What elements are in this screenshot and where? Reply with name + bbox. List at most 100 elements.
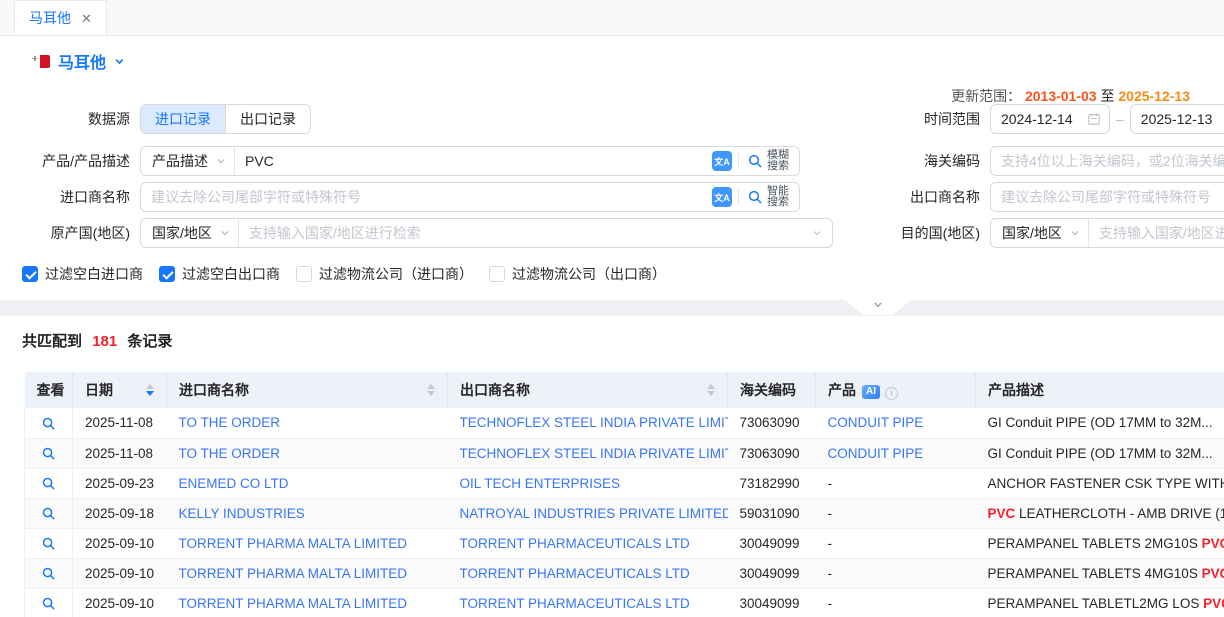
view-details-button[interactable] xyxy=(41,536,56,551)
hs-code-cell: 73063090 xyxy=(728,408,816,438)
column-header-exporter[interactable]: 出口商名称 xyxy=(448,372,728,408)
date-cell: 2025-09-18 xyxy=(73,498,167,528)
exporter-link[interactable]: TORRENT PHARMACEUTICALS LTD xyxy=(460,596,690,611)
product-cell: - xyxy=(816,528,976,558)
view-details-button[interactable] xyxy=(41,566,56,581)
date-cell: 2025-09-10 xyxy=(73,588,167,617)
description-cell: GI Conduit PIPE (OD 17MM to 32M... xyxy=(976,438,1224,468)
chevron-down-icon[interactable] xyxy=(114,56,125,67)
filter-checkbox-2[interactable]: 过滤物流公司（进口商） xyxy=(296,264,473,284)
exporter-link[interactable]: OIL TECH ENTERPRISES xyxy=(460,476,621,491)
column-label: 海关编码 xyxy=(740,382,796,398)
checkbox-unchecked-icon[interactable] xyxy=(296,266,312,282)
exporter-link[interactable]: NATROYAL INDUSTRIES PRIVATE LIMITED xyxy=(460,506,728,521)
product-link[interactable]: CONDUIT PIPE xyxy=(828,446,924,461)
column-header-importer[interactable]: 进口商名称 xyxy=(167,372,448,408)
description-cell: PERAMPANEL TABLETS 2MG10S PVC... xyxy=(976,528,1224,558)
close-icon[interactable]: ✕ xyxy=(81,12,92,25)
exporter-link[interactable]: TECHNOFLEX STEEL INDIA PRIVATE LIMITED xyxy=(460,446,728,461)
view-cell xyxy=(25,558,73,588)
product-field-select[interactable]: 产品描述 xyxy=(141,147,235,175)
start-date-input[interactable]: 2024-12-14 xyxy=(990,104,1110,134)
importer-link[interactable]: TORRENT PHARMA MALTA LIMITED xyxy=(179,536,408,551)
checkbox-unchecked-icon[interactable] xyxy=(489,266,505,282)
importer-row: 进口商名称 文A 智能 搜索 xyxy=(0,182,800,212)
importer-link[interactable]: ENEMED CO LTD xyxy=(179,476,289,491)
sort-control[interactable] xyxy=(427,384,435,396)
chevron-down-icon xyxy=(220,228,230,238)
collapse-toggle[interactable] xyxy=(845,300,911,315)
product-link[interactable]: CONDUIT PIPE xyxy=(828,415,924,430)
end-date-input[interactable]: 2025-12-13 xyxy=(1130,104,1224,134)
sort-control[interactable] xyxy=(146,384,154,396)
filter-panel: 更新范围： 2013-01-03 至 2025-12-13 数据源 进口记录 出… xyxy=(0,78,1224,300)
view-details-button[interactable] xyxy=(41,476,56,491)
ai-badge: AI xyxy=(862,385,880,399)
filter-checkbox-1[interactable]: 过滤空白出口商 xyxy=(159,264,280,284)
view-details-button[interactable] xyxy=(41,416,56,431)
chevron-down-icon[interactable] xyxy=(812,228,822,238)
summary-suffix: 条记录 xyxy=(127,333,172,350)
view-cell xyxy=(25,588,73,617)
exporter-input[interactable] xyxy=(991,183,1224,211)
importer-cell: TORRENT PHARMA MALTA LIMITED xyxy=(167,558,448,588)
importer-cell: TO THE ORDER xyxy=(167,408,448,438)
tab-import-records[interactable]: 进口记录 xyxy=(141,105,225,133)
hs-code-input[interactable] xyxy=(991,147,1224,175)
checkbox-label[interactable]: 过滤物流公司（进口商） xyxy=(319,264,473,284)
tab-malta[interactable]: 马耳他 ✕ xyxy=(14,0,107,35)
checkbox-checked-icon[interactable] xyxy=(159,266,175,282)
info-icon[interactable] xyxy=(885,387,898,400)
translate-icon[interactable]: 文A xyxy=(712,151,732,171)
importer-link[interactable]: TORRENT PHARMA MALTA LIMITED xyxy=(179,596,408,611)
hs-code-row: 海关编码 xyxy=(860,146,1224,176)
view-details-button[interactable] xyxy=(41,506,56,521)
fuzzy-search-button[interactable]: 模糊 搜索 xyxy=(739,150,799,172)
dest-country-type-select[interactable]: 国家/地区 xyxy=(991,219,1089,247)
hs-code-label: 海关编码 xyxy=(860,151,990,171)
product-input[interactable] xyxy=(235,147,710,175)
column-header-date[interactable]: 日期 xyxy=(73,372,167,408)
description-text: GI Conduit PIPE (OD 17MM to 32M... xyxy=(988,415,1213,430)
column-header-view: 查看 xyxy=(25,372,73,408)
importer-cell: TORRENT PHARMA MALTA LIMITED xyxy=(167,528,448,558)
view-cell xyxy=(25,408,73,438)
exporter-link[interactable]: TORRENT PHARMACEUTICALS LTD xyxy=(460,566,690,581)
smart-search-button[interactable]: 智能 搜索 xyxy=(739,186,799,208)
importer-link[interactable]: TORRENT PHARMA MALTA LIMITED xyxy=(179,566,408,581)
importer-input[interactable] xyxy=(141,183,710,211)
column-label: 产品描述 xyxy=(988,382,1044,398)
flag-red-half xyxy=(40,55,50,68)
filter-checkbox-0[interactable]: 过滤空白进口商 xyxy=(22,264,143,284)
table-row: 2025-09-10 TORRENT PHARMA MALTA LIMITED TO… xyxy=(25,588,1224,617)
dest-country-input[interactable] xyxy=(1089,219,1224,247)
importer-link[interactable]: KELLY INDUSTRIES xyxy=(179,506,305,521)
search-icon xyxy=(41,476,56,491)
tab-export-records[interactable]: 出口记录 xyxy=(225,105,310,133)
description-cell: PERAMPANEL TABLETS 4MG10S PVC... xyxy=(976,558,1224,588)
origin-country-input[interactable] xyxy=(239,219,812,247)
checkbox-label[interactable]: 过滤空白出口商 xyxy=(182,264,280,284)
view-details-button[interactable] xyxy=(41,446,56,461)
checkbox-checked-icon[interactable] xyxy=(22,266,38,282)
filter-checkbox-3[interactable]: 过滤物流公司（出口商） xyxy=(489,264,666,284)
exporter-cell: OIL TECH ENTERPRISES xyxy=(448,468,728,498)
importer-link[interactable]: TO THE ORDER xyxy=(179,415,281,430)
search-icon xyxy=(41,536,56,551)
origin-country-type-select[interactable]: 国家/地区 xyxy=(141,219,239,247)
exporter-link[interactable]: TORRENT PHARMACEUTICALS LTD xyxy=(460,536,690,551)
country-header: 马耳他 xyxy=(0,44,1224,78)
search-icon xyxy=(41,506,56,521)
checkbox-label[interactable]: 过滤物流公司（出口商） xyxy=(512,264,666,284)
checkbox-label[interactable]: 过滤空白进口商 xyxy=(45,264,143,284)
importer-cell: TORRENT PHARMA MALTA LIMITED xyxy=(167,588,448,617)
translate-icon[interactable]: 文A xyxy=(712,187,732,207)
importer-link[interactable]: TO THE ORDER xyxy=(179,446,281,461)
origin-country-group: 国家/地区 xyxy=(140,218,833,248)
exporter-link[interactable]: TECHNOFLEX STEEL INDIA PRIVATE LIMITED xyxy=(460,415,728,430)
tab-label: 马耳他 xyxy=(29,8,71,28)
view-details-button[interactable] xyxy=(41,596,56,611)
malta-flag-icon xyxy=(30,55,50,68)
exporter-cell: TORRENT PHARMACEUTICALS LTD xyxy=(448,588,728,617)
sort-control[interactable] xyxy=(707,384,715,396)
